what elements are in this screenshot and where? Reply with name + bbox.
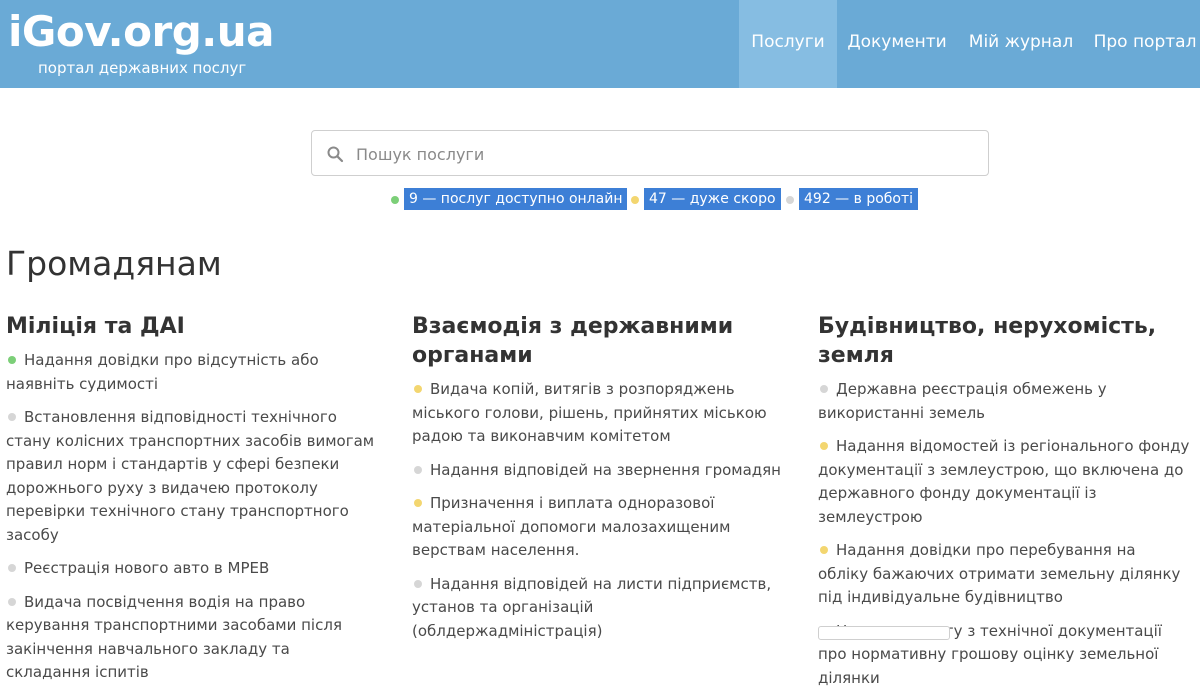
nav-item-documents[interactable]: Документи bbox=[844, 0, 950, 88]
online-status-dot bbox=[391, 196, 399, 204]
service-item[interactable]: Надання відповідей на листи підприємств,… bbox=[412, 573, 784, 644]
service-item[interactable]: Призначення і виплата одноразової матері… bbox=[412, 492, 784, 563]
status-dot bbox=[8, 356, 16, 364]
service-item[interactable]: Видача копій, витягів з розпоряджень міс… bbox=[412, 378, 784, 449]
category-police: Міліція та ДАІ Надання довідки про відсу… bbox=[6, 312, 378, 695]
stat-online[interactable]: 9 — послуг доступно онлайн bbox=[404, 188, 628, 210]
status-dot bbox=[820, 385, 828, 393]
service-link[interactable]: Видача копій, витягів з розпоряджень міс… bbox=[412, 380, 767, 445]
status-dot bbox=[820, 442, 828, 450]
service-item[interactable]: Встановлення відповідності технічного ст… bbox=[6, 406, 378, 547]
status-dot bbox=[414, 385, 422, 393]
service-item[interactable]: Надання довідки про перебування на облік… bbox=[818, 539, 1190, 610]
service-link[interactable]: Надання довідки про перебування на облік… bbox=[818, 541, 1180, 606]
category-construction: Будівництво, нерухомість, земля Державна… bbox=[818, 312, 1190, 700]
status-dot bbox=[8, 413, 16, 421]
category-title[interactable]: Будівництво, нерухомість, земля bbox=[818, 312, 1190, 370]
stat-soon[interactable]: 47 — дуже скоро bbox=[644, 188, 781, 210]
nav-item-my-journal[interactable]: Мій журнал bbox=[964, 0, 1078, 88]
in-progress-status-dot bbox=[786, 196, 794, 204]
service-link[interactable]: Державна реєстрація обмежень у використа… bbox=[818, 380, 1107, 422]
category-government: Взаємодія з державними органами Видача к… bbox=[412, 312, 784, 653]
service-item[interactable]: Державна реєстрація обмежень у використа… bbox=[818, 378, 1190, 425]
show-more-button[interactable] bbox=[818, 626, 950, 640]
service-item[interactable]: Реєстрація нового авто в МРЕВ bbox=[6, 557, 378, 581]
service-link[interactable]: Надання довідки про відсутність або наяв… bbox=[6, 351, 319, 393]
status-dot bbox=[8, 597, 16, 606]
service-link[interactable]: Призначення і виплата одноразової матері… bbox=[412, 494, 730, 559]
stat-in-progress[interactable]: 492 — в роботі bbox=[799, 188, 919, 210]
soon-status-dot bbox=[631, 196, 639, 204]
nav-item-about[interactable]: Про портал bbox=[1090, 0, 1200, 88]
status-dot bbox=[820, 546, 828, 554]
category-title[interactable]: Взаємодія з державними органами bbox=[412, 312, 784, 370]
service-stats: 9 — послуг доступно онлайн 47 — дуже ско… bbox=[0, 188, 1200, 210]
section-title: Громадянам bbox=[6, 244, 222, 283]
search-icon bbox=[326, 145, 344, 163]
status-dot bbox=[414, 465, 422, 474]
site-header: iGov.org.ua портал державних послуг Посл… bbox=[0, 0, 1200, 88]
status-dot bbox=[414, 579, 422, 588]
site-logo[interactable]: iGov.org.ua bbox=[8, 4, 274, 60]
nav-item-services[interactable]: Послуги bbox=[739, 0, 837, 88]
site-tagline: портал державних послуг bbox=[38, 59, 247, 77]
service-item[interactable]: Надання довідки про відсутність або наяв… bbox=[6, 349, 378, 396]
service-link[interactable]: Реєстрація нового авто в МРЕВ bbox=[24, 559, 269, 577]
status-dot bbox=[8, 564, 16, 572]
service-item[interactable]: Надання відомостей із регіонального фонд… bbox=[818, 435, 1190, 529]
service-link[interactable]: Надання відповідей на звернення громадян bbox=[430, 461, 781, 479]
service-item[interactable]: Видача посвідчення водія на право керува… bbox=[6, 591, 378, 685]
status-dot bbox=[414, 499, 422, 507]
service-link[interactable]: Надання відомостей із регіонального фонд… bbox=[818, 437, 1189, 526]
category-title[interactable]: Міліція та ДАІ bbox=[6, 312, 378, 341]
service-link[interactable]: Видача посвідчення водія на право керува… bbox=[6, 593, 342, 682]
search-box[interactable] bbox=[311, 130, 989, 176]
service-item[interactable]: Надання відповідей на звернення громадян bbox=[412, 459, 784, 483]
search-input[interactable] bbox=[354, 137, 978, 171]
service-link[interactable]: Встановлення відповідності технічного ст… bbox=[6, 408, 374, 544]
